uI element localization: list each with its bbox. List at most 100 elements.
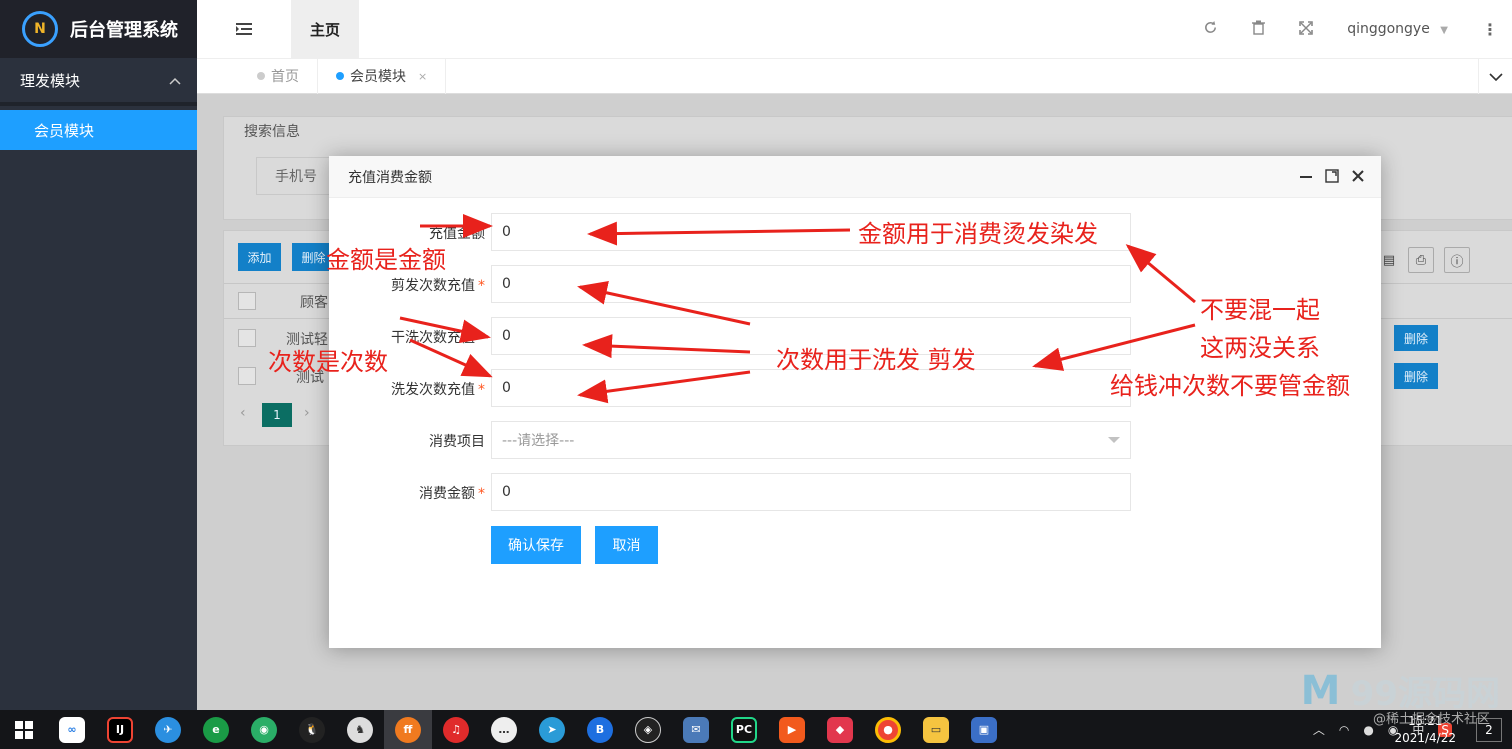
row-checkbox[interactable] xyxy=(238,329,256,347)
search-legend: 搜索信息 xyxy=(244,124,300,140)
sidebar: N 后台管理系统 理发模块 会员模块 xyxy=(0,0,197,710)
annotation-text: 这两没关系 xyxy=(1200,334,1320,362)
baidu-netdisk-icon[interactable]: ∞ xyxy=(48,710,96,749)
wechat-icon[interactable]: ◉ xyxy=(240,710,288,749)
label-text: 消费金额 xyxy=(419,486,475,502)
minimize-icon[interactable] xyxy=(1299,168,1313,187)
sidebar-item-members[interactable]: 会员模块 xyxy=(0,110,197,150)
form-row-consume-item: 消费项目 ---请选择--- xyxy=(329,421,1381,459)
logo-icon: N xyxy=(22,11,58,47)
video-icon[interactable]: ▶ xyxy=(768,710,816,749)
chat-icon[interactable]: … xyxy=(480,710,528,749)
add-button[interactable]: 添加 xyxy=(238,243,281,271)
consume-item-label: 消费项目 xyxy=(429,434,485,450)
form-row-recharge-amount: 充值金额 0 xyxy=(329,213,1381,251)
row-delete-button[interactable]: 删除 xyxy=(1394,325,1438,351)
row-delete-button[interactable]: 删除 xyxy=(1394,363,1438,389)
annotation-text: 给钱冲次数不要管金额 xyxy=(1110,372,1350,400)
fullscreen-icon[interactable] xyxy=(1299,20,1313,39)
sidebar-group-haircut[interactable]: 理发模块 xyxy=(0,58,197,106)
feishu-icon[interactable]: ✈ xyxy=(144,710,192,749)
pager-current[interactable]: 1 xyxy=(262,403,292,427)
annotation-text: 金额是金额 xyxy=(326,246,446,274)
annotation-text: 不要混一起 xyxy=(1200,296,1320,324)
browser-icon[interactable]: e xyxy=(192,710,240,749)
consume-amount-input[interactable]: 0 xyxy=(491,473,1131,511)
row-checkbox[interactable] xyxy=(238,367,256,385)
watermark-sub: @稀土掘金技术社区 xyxy=(1372,712,1490,727)
required-mark: * xyxy=(478,330,485,346)
chevron-down-icon[interactable] xyxy=(1478,59,1512,95)
sidebar-group-label: 理发模块 xyxy=(20,71,81,90)
unity-icon[interactable]: ◈ xyxy=(624,710,672,749)
app-icon[interactable]: ◆ xyxy=(816,710,864,749)
close-icon[interactable]: × xyxy=(418,70,427,83)
required-mark: * xyxy=(478,382,485,398)
annotation-text: 金额用于消费烫发染发 xyxy=(858,220,1098,248)
haircut-count-input[interactable]: 0 xyxy=(491,265,1131,303)
maximize-icon[interactable] xyxy=(1325,168,1339,187)
tray-expand-icon[interactable]: ︿ xyxy=(1313,721,1325,738)
close-icon[interactable] xyxy=(1351,168,1365,187)
required-mark: * xyxy=(478,278,485,294)
pager-next-icon[interactable]: › xyxy=(304,405,310,421)
username: qinggongye xyxy=(1347,21,1430,37)
label-text: 洗发次数充值 xyxy=(391,382,475,398)
more-vertical-icon[interactable]: ⋮ xyxy=(1482,20,1498,39)
app-logo[interactable]: N 后台管理系统 xyxy=(0,0,197,58)
info-icon[interactable]: ⓘ xyxy=(1444,247,1470,273)
consume-item-select[interactable]: ---请选择--- xyxy=(491,421,1131,459)
telegram-icon[interactable]: ➤ xyxy=(528,710,576,749)
wifi-icon[interactable]: ◠ xyxy=(1339,723,1349,737)
tab-dot-icon xyxy=(336,72,344,80)
caret-down-icon: ▼ xyxy=(1440,25,1448,36)
dry-wash-count-label: 干洗次数充值 * xyxy=(391,327,485,347)
select-placeholder: ---请选择--- xyxy=(502,433,575,449)
top-header: 主页 qinggongye ▼ ⋮ xyxy=(197,0,1512,58)
modal-controls xyxy=(1299,168,1365,187)
windows-taskbar: ∞ IJ ✈ e ◉ 🐧 ♞ ff ♫ … ➤ B ◈ ✉ PC ▶ ◆ ● ▭… xyxy=(0,710,1512,749)
required-mark: * xyxy=(478,486,485,502)
user-menu[interactable]: qinggongye ▼ xyxy=(1347,21,1448,37)
recharge-modal: 充值消费金额 充值金额 0 剪发次数充值 * 0 干洗次数充值 * 0 洗发次数充值… xyxy=(329,156,1381,648)
intellij-icon[interactable]: IJ xyxy=(96,710,144,749)
tab-bar: 首页 会员模块 × xyxy=(197,58,1512,95)
print-icon[interactable]: ⎙ xyxy=(1408,247,1434,273)
logo-mark-text: N xyxy=(34,21,46,37)
watermark-logo-icon: M xyxy=(1300,667,1341,714)
refresh-icon[interactable] xyxy=(1203,20,1218,39)
annotation-text: 次数用于洗发 剪发 xyxy=(776,346,976,374)
music-icon[interactable]: ♫ xyxy=(432,710,480,749)
form-row-consume-amount: 消费金额 * 0 xyxy=(329,473,1381,511)
app-title: 后台管理系统 xyxy=(70,20,178,41)
firefox-icon[interactable]: ff xyxy=(384,710,432,749)
chevron-up-icon xyxy=(169,71,181,89)
caret-down-icon xyxy=(1108,437,1120,443)
confirm-save-button[interactable]: 确认保存 xyxy=(491,526,581,564)
tab-members[interactable]: 会员模块 × xyxy=(318,58,447,94)
pager-prev-icon[interactable]: ‹ xyxy=(240,405,246,421)
clock-date: 2021/4/22 xyxy=(1394,730,1456,745)
bilibili-icon[interactable]: B xyxy=(576,710,624,749)
tool-icon[interactable]: ♞ xyxy=(336,710,384,749)
label-text: 剪发次数充值 xyxy=(391,278,475,294)
cancel-button[interactable]: 取消 xyxy=(595,526,658,564)
wash-count-label: 洗发次数充值 * xyxy=(391,379,485,399)
trash-icon[interactable] xyxy=(1252,20,1266,39)
remote-desktop-icon[interactable]: ▣ xyxy=(960,710,1008,749)
label-text: 干洗次数充值 xyxy=(391,330,475,346)
menu-toggle-icon[interactable] xyxy=(197,19,291,40)
windows-start-icon[interactable] xyxy=(0,710,48,749)
header-home-tab[interactable]: 主页 xyxy=(291,0,359,58)
chrome-icon[interactable]: ● xyxy=(864,710,912,749)
sidebar-item-label: 会员模块 xyxy=(34,121,95,140)
postman-icon[interactable]: ✉ xyxy=(672,710,720,749)
qq-icon[interactable]: 🐧 xyxy=(288,710,336,749)
phone-label: 手机号 xyxy=(256,157,336,195)
consume-amount-label: 消费金额 * xyxy=(419,483,485,503)
pycharm-icon[interactable]: PC xyxy=(720,710,768,749)
file-explorer-icon[interactable]: ▭ xyxy=(912,710,960,749)
tab-home[interactable]: 首页 xyxy=(239,58,318,94)
tab-label: 会员模块 xyxy=(350,69,406,85)
select-all-checkbox[interactable] xyxy=(238,292,256,310)
